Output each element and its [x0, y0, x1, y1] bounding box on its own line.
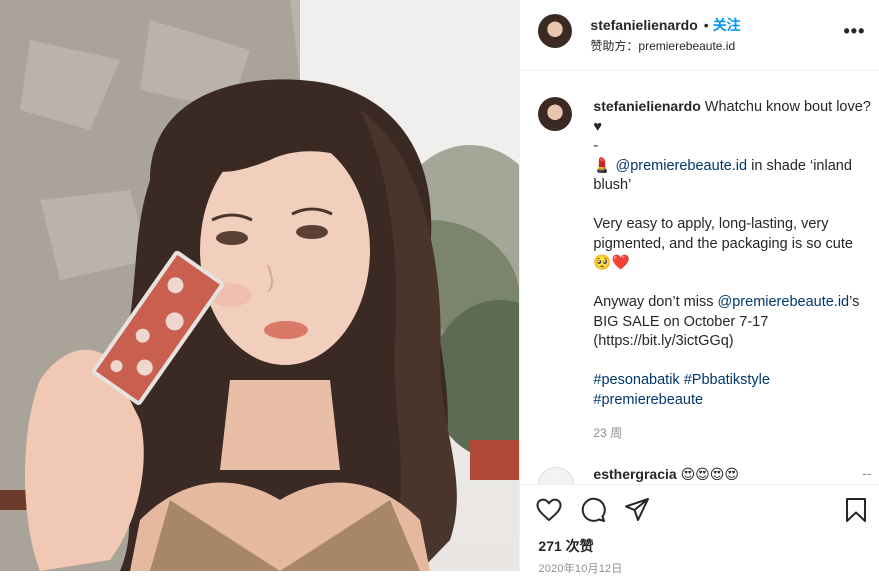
- heart-icon[interactable]: [534, 495, 564, 525]
- comment-icon[interactable]: [578, 495, 608, 525]
- commenter-avatar[interactable]: [538, 467, 575, 484]
- mention-link[interactable]: @premierebeaute.id: [616, 158, 748, 174]
- post-date[interactable]: 2020年10月12日: [538, 560, 622, 576]
- post-photo-illustration: [0, 0, 520, 571]
- likes-count[interactable]: 271 次赞: [538, 536, 593, 556]
- mention-link-2[interactable]: @premierebeaute.id: [718, 294, 850, 310]
- post-side-panel: stefanielienardo • 关注 赞助方：premierebeaute…: [519, 0, 879, 575]
- author-line: stefanielienardo • 关注: [590, 15, 740, 35]
- paper-plane-icon[interactable]: [622, 495, 652, 525]
- author-avatar[interactable]: [538, 14, 573, 48]
- sponsor-link[interactable]: premierebeaute.id: [638, 39, 735, 53]
- comments-area[interactable]: stefanielienardo Whatchu know bout love?…: [520, 71, 879, 484]
- comment-text: 😍😍😍😍: [680, 466, 739, 482]
- caption-dash: -: [593, 138, 599, 154]
- sponsor-prefix: 赞助方：: [590, 39, 639, 53]
- post-header: stefanielienardo • 关注 赞助方：premierebeaute…: [520, 0, 879, 71]
- follow-button[interactable]: 关注: [713, 15, 741, 35]
- caption-author-avatar[interactable]: [538, 97, 573, 131]
- comment-line: esthergracia 😍😍😍😍: [593, 466, 739, 483]
- action-icons: [534, 495, 652, 525]
- lipstick-icon: 💄: [593, 157, 612, 174]
- separator-dot: •: [703, 17, 709, 33]
- hashtag-link-3[interactable]: #premierebeaute: [593, 392, 703, 408]
- comment-options-icon[interactable]: --: [862, 465, 871, 481]
- caption-username[interactable]: stefanielienardo: [593, 98, 700, 114]
- author-username[interactable]: stefanielienardo: [590, 17, 697, 33]
- post-photo[interactable]: [0, 0, 520, 571]
- action-bar: 271 次赞 2020年10月12日: [520, 484, 879, 575]
- caption-text: stefanielienardo Whatchu know bout love?…: [593, 97, 871, 410]
- more-options-icon[interactable]: •••: [844, 22, 866, 40]
- comment-item: esthergracia 😍😍😍😍 --: [538, 465, 871, 484]
- caption: stefanielienardo Whatchu know bout love?…: [538, 97, 871, 441]
- caption-para2: Very easy to apply, long-lasting, very p…: [593, 216, 858, 271]
- hashtag-link-2[interactable]: #Pbbatikstyle: [684, 372, 770, 388]
- hashtag-link[interactable]: #pesonabatik: [593, 372, 679, 388]
- caption-para3-pre: Anyway don’t miss: [593, 294, 718, 310]
- bookmark-icon[interactable]: [841, 495, 871, 525]
- sponsor-line: 赞助方：premierebeaute.id: [590, 37, 735, 54]
- caption-timestamp[interactable]: 23 周: [593, 424, 871, 441]
- instagram-post: stefanielienardo • 关注 赞助方：premierebeaute…: [0, 0, 879, 575]
- commenter-username[interactable]: esthergracia: [593, 466, 676, 482]
